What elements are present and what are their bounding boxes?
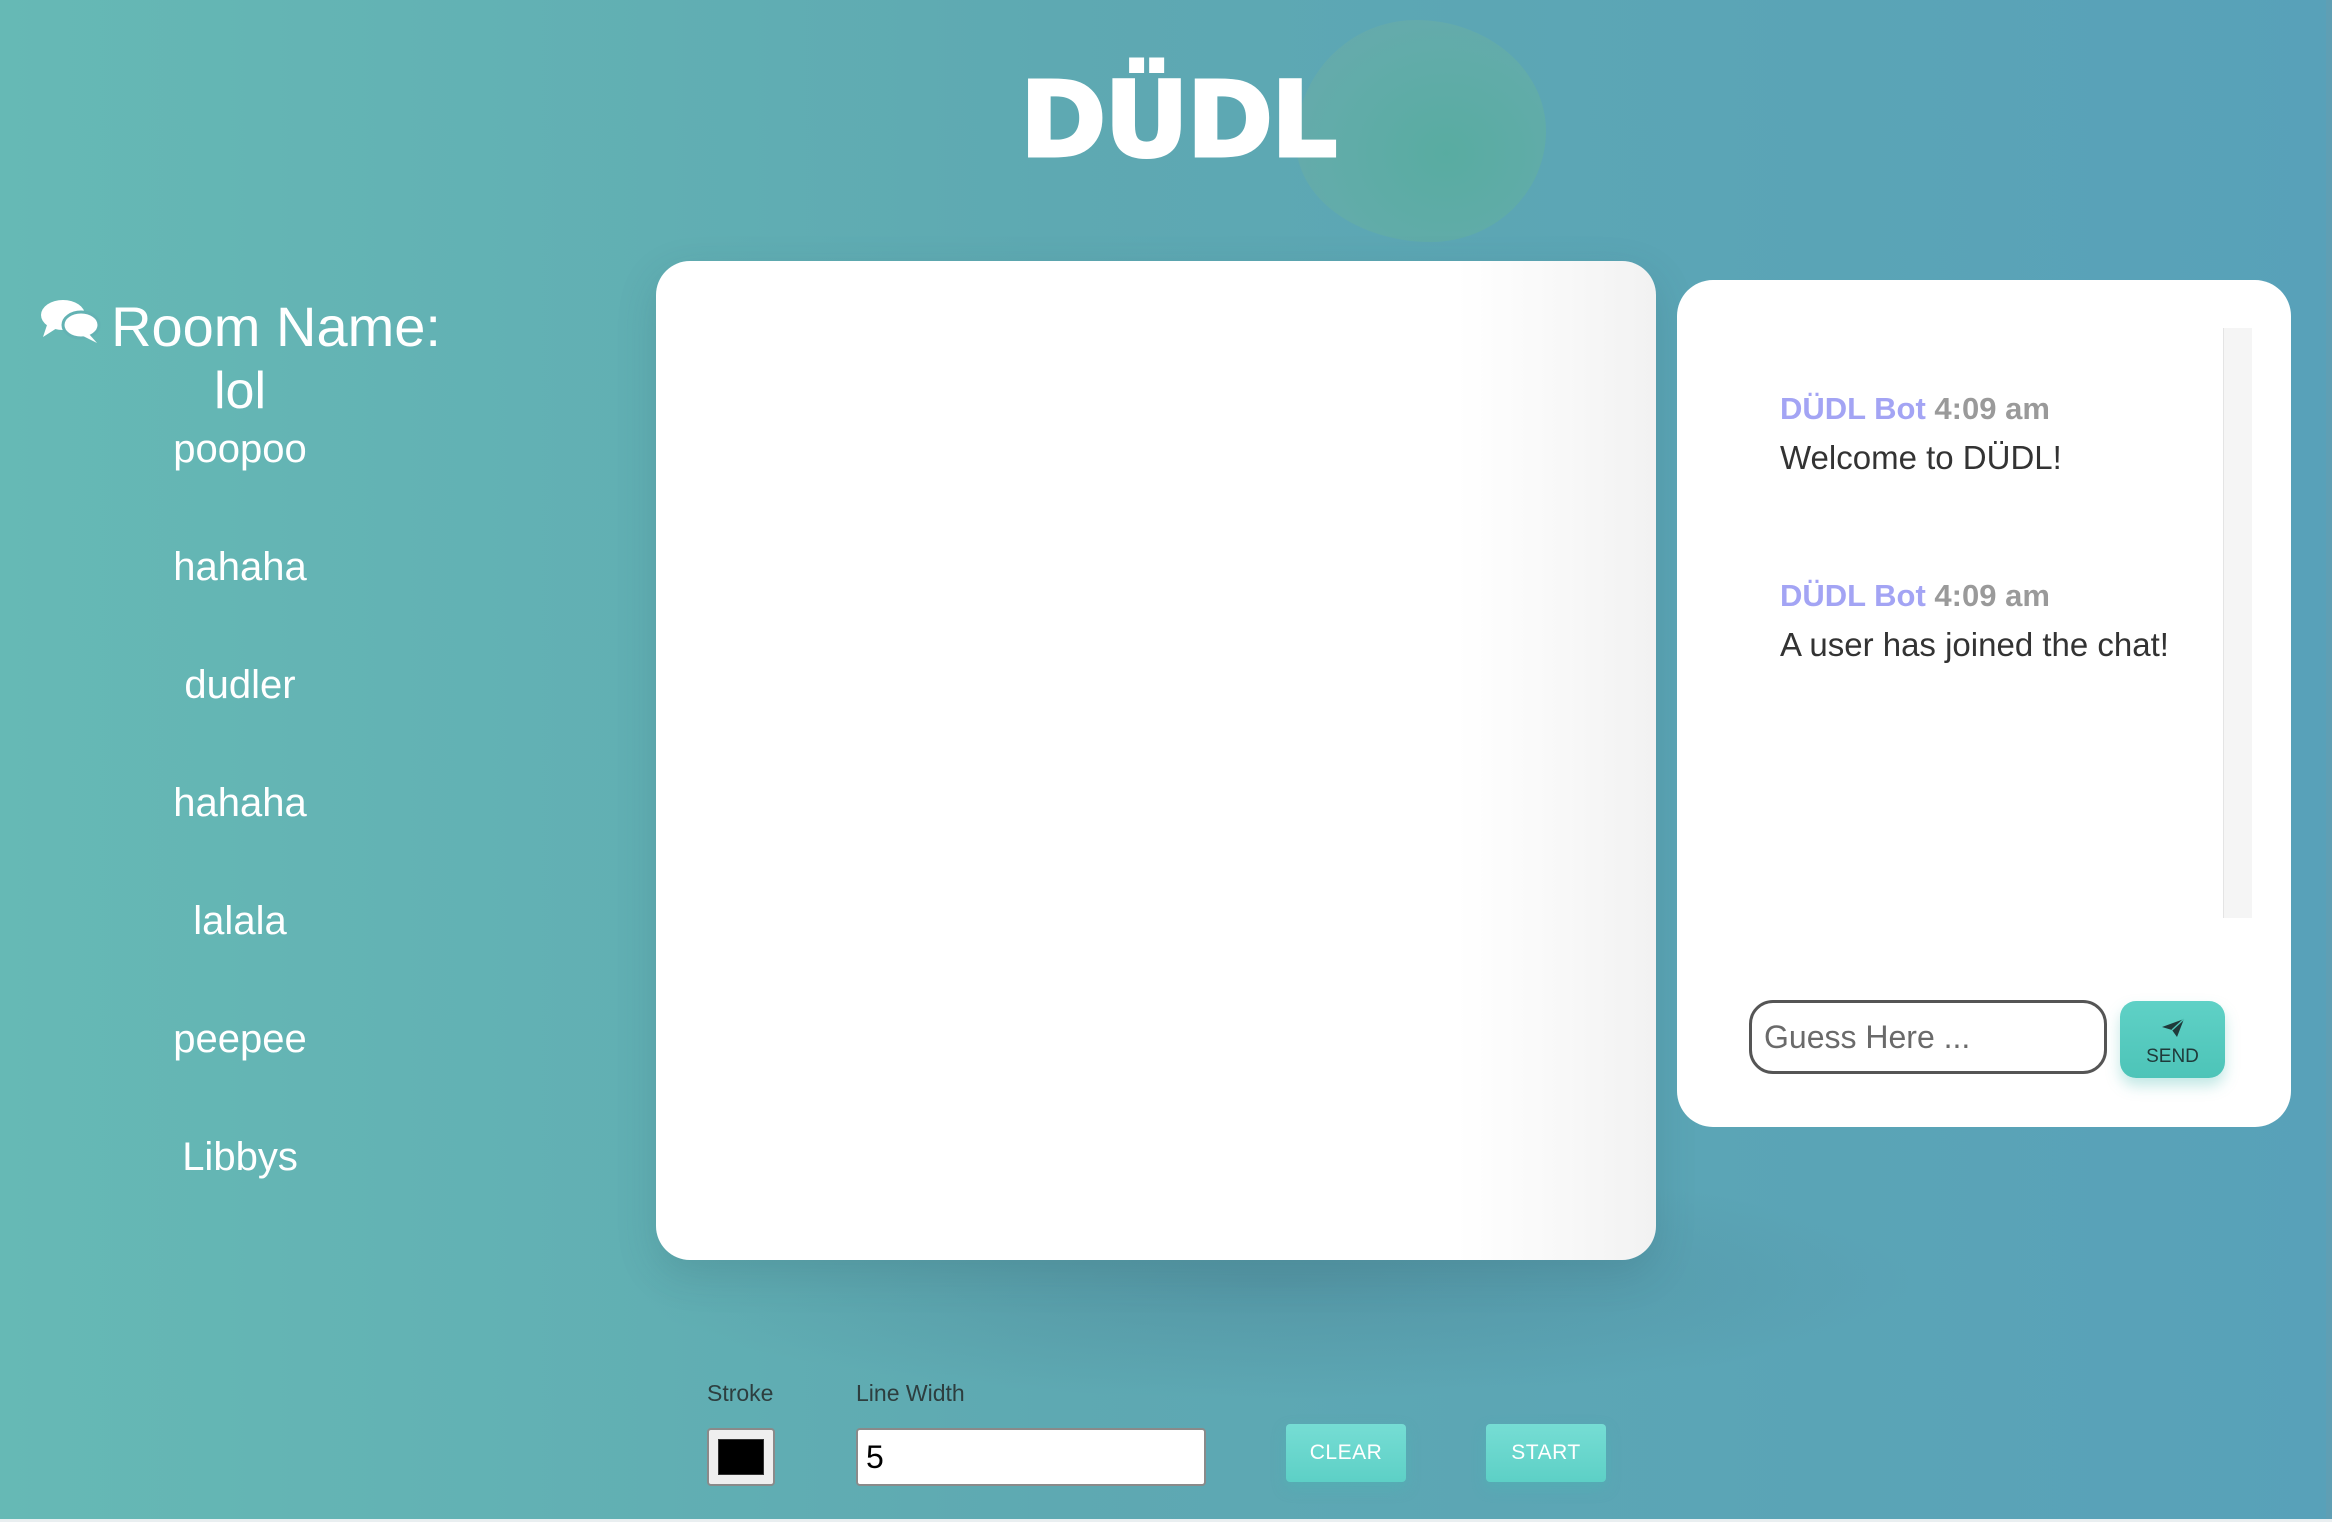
drawing-canvas[interactable] (656, 261, 1656, 1260)
message-text: A user has joined the chat! (1780, 626, 2169, 663)
send-label: SEND (2146, 1045, 2199, 1067)
room-name-value: lol (213, 362, 267, 420)
chat-panel: DÜDL Bot 4:09 am Welcome to DÜDL! DÜDL B… (1677, 280, 2291, 1127)
player-item: Libbys (182, 1135, 298, 1179)
message-time: 4:09 am (1934, 391, 2050, 426)
chat-message: DÜDL Bot 4:09 am A user has joined the c… (1780, 577, 2169, 665)
player-item: peepee (173, 1017, 307, 1061)
comments-icon (39, 294, 101, 358)
player-item: poopoo (173, 427, 307, 471)
message-author: DÜDL Bot (1780, 578, 1926, 613)
chat-scrollbar[interactable] (2223, 328, 2252, 918)
message-author: DÜDL Bot (1780, 391, 1926, 426)
message-time: 4:09 am (1934, 578, 2050, 613)
guess-input[interactable] (1749, 1000, 2107, 1074)
clear-button[interactable]: CLEAR (1286, 1424, 1406, 1482)
line-width-input[interactable] (856, 1428, 1206, 1486)
paper-plane-icon (2120, 1017, 2225, 1044)
window-edge (2326, 0, 2332, 1522)
stroke-color-swatch (718, 1439, 764, 1475)
stroke-label: Stroke (707, 1380, 774, 1406)
chat-message: DÜDL Bot 4:09 am Welcome to DÜDL! (1780, 390, 2062, 478)
send-button[interactable]: SEND (2120, 1001, 2225, 1078)
stroke-color-picker[interactable] (707, 1428, 775, 1486)
room-header: Room Name: lol (30, 295, 450, 423)
app-logo: DÜDL (1018, 59, 1338, 181)
line-width-label: Line Width (856, 1380, 965, 1406)
start-button[interactable]: START (1486, 1424, 1606, 1482)
room-name-label: Room Name: (111, 295, 441, 358)
player-item: dudler (184, 663, 296, 707)
player-item: hahaha (173, 545, 307, 589)
player-list: poopoo hahaha dudler hahaha lalala peepe… (30, 423, 450, 1249)
message-text: Welcome to DÜDL! (1780, 439, 2062, 476)
player-item: hahaha (173, 781, 307, 825)
player-item: lalala (193, 899, 287, 943)
room-sidebar: Room Name: lol poopoo hahaha dudler haha… (30, 295, 450, 1249)
